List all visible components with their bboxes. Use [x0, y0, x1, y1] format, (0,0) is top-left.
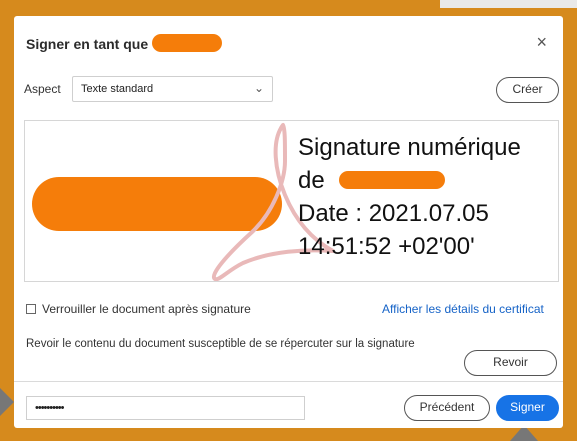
pointer-marker-left — [0, 388, 14, 416]
redacted-signer-name — [152, 34, 222, 52]
signature-line-2-prefix: de — [298, 167, 325, 194]
sign-button[interactable]: Signer — [496, 395, 559, 421]
review-button[interactable]: Revoir — [464, 350, 557, 376]
signature-line-1: Signature numérique — [298, 134, 521, 161]
previous-button[interactable]: Précédent — [404, 395, 490, 421]
password-input[interactable]: •••••••••• — [26, 396, 305, 420]
sign-dialog: Signer en tant que × Aspect Texte standa… — [14, 16, 563, 428]
signature-line-4: 14:51:52 +02'00' — [298, 233, 475, 260]
signature-preview: Signature numérique de Date : 2021.07.05… — [24, 120, 559, 282]
aspect-label: Aspect — [24, 82, 61, 96]
chevron-down-icon: ⌄ — [253, 81, 264, 95]
aspect-select[interactable]: Texte standard ⌄ — [72, 76, 273, 102]
signature-line-3: Date : 2021.07.05 — [298, 200, 489, 227]
footer-divider — [14, 381, 563, 382]
aspect-selected-value: Texte standard — [81, 83, 154, 95]
redacted-signer-name-preview — [339, 171, 446, 189]
dialog-title-text: Signer en tant que — [26, 36, 149, 52]
create-button[interactable]: Créer — [496, 77, 559, 103]
lock-document-option[interactable]: Verrouiller le document après signature — [26, 302, 251, 316]
close-icon[interactable]: × — [536, 32, 547, 53]
signature-line-2: de — [298, 164, 521, 197]
certificate-details-link[interactable]: Afficher les détails du certificat — [382, 302, 544, 316]
review-content-text: Revoir le contenu du document susceptibl… — [26, 338, 415, 350]
dialog-title: Signer en tant que — [26, 36, 148, 52]
signature-text: Signature numérique de Date : 2021.07.05… — [298, 131, 521, 263]
lock-document-checkbox[interactable] — [26, 304, 36, 314]
background-window-strip — [440, 0, 577, 8]
lock-document-label: Verrouiller le document après signature — [42, 302, 251, 316]
